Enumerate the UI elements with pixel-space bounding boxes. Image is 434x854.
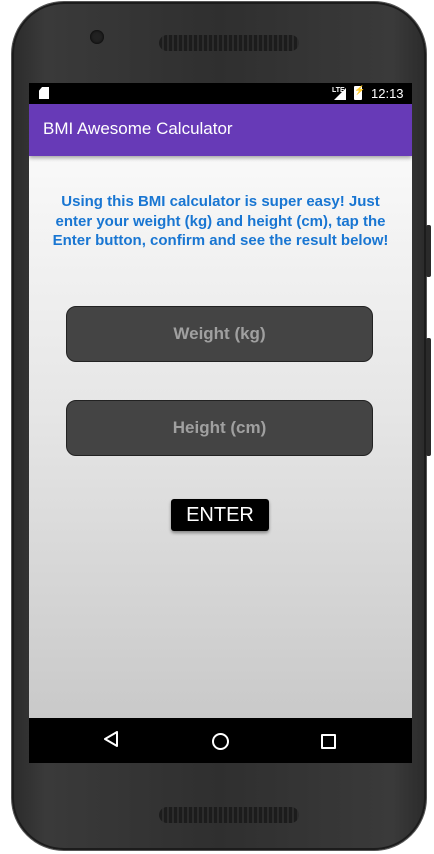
battery-charging-icon bbox=[354, 85, 365, 100]
navigation-bar bbox=[29, 718, 412, 763]
home-icon[interactable] bbox=[212, 733, 229, 750]
screen: LTE 12:13 BMI Awesome Calculator Using t… bbox=[29, 83, 412, 763]
top-speaker bbox=[159, 35, 299, 51]
network-type: LTE bbox=[332, 87, 345, 94]
status-bar: LTE 12:13 bbox=[29, 83, 412, 104]
bottom-speaker bbox=[159, 807, 299, 823]
instructions-text: Using this BMI calculator is super easy!… bbox=[52, 193, 389, 249]
app-title: BMI Awesome Calculator bbox=[43, 119, 233, 138]
height-input-placeholder: Height (cm) bbox=[172, 418, 267, 437]
main-content: Using this BMI calculator is super easy!… bbox=[29, 156, 412, 718]
power-button bbox=[426, 338, 431, 456]
app-bar: BMI Awesome Calculator bbox=[29, 104, 412, 156]
recents-icon[interactable] bbox=[321, 734, 336, 749]
enter-button[interactable]: ENTER bbox=[171, 499, 269, 531]
sd-card-icon bbox=[39, 87, 49, 99]
back-icon[interactable] bbox=[104, 731, 118, 747]
weight-input[interactable]: Weight (kg) bbox=[66, 306, 373, 362]
status-time: 12:13 bbox=[371, 86, 404, 101]
weight-input-placeholder: Weight (kg) bbox=[173, 324, 266, 343]
front-camera bbox=[90, 30, 104, 44]
height-input[interactable]: Height (cm) bbox=[66, 400, 373, 456]
volume-button bbox=[426, 225, 431, 277]
